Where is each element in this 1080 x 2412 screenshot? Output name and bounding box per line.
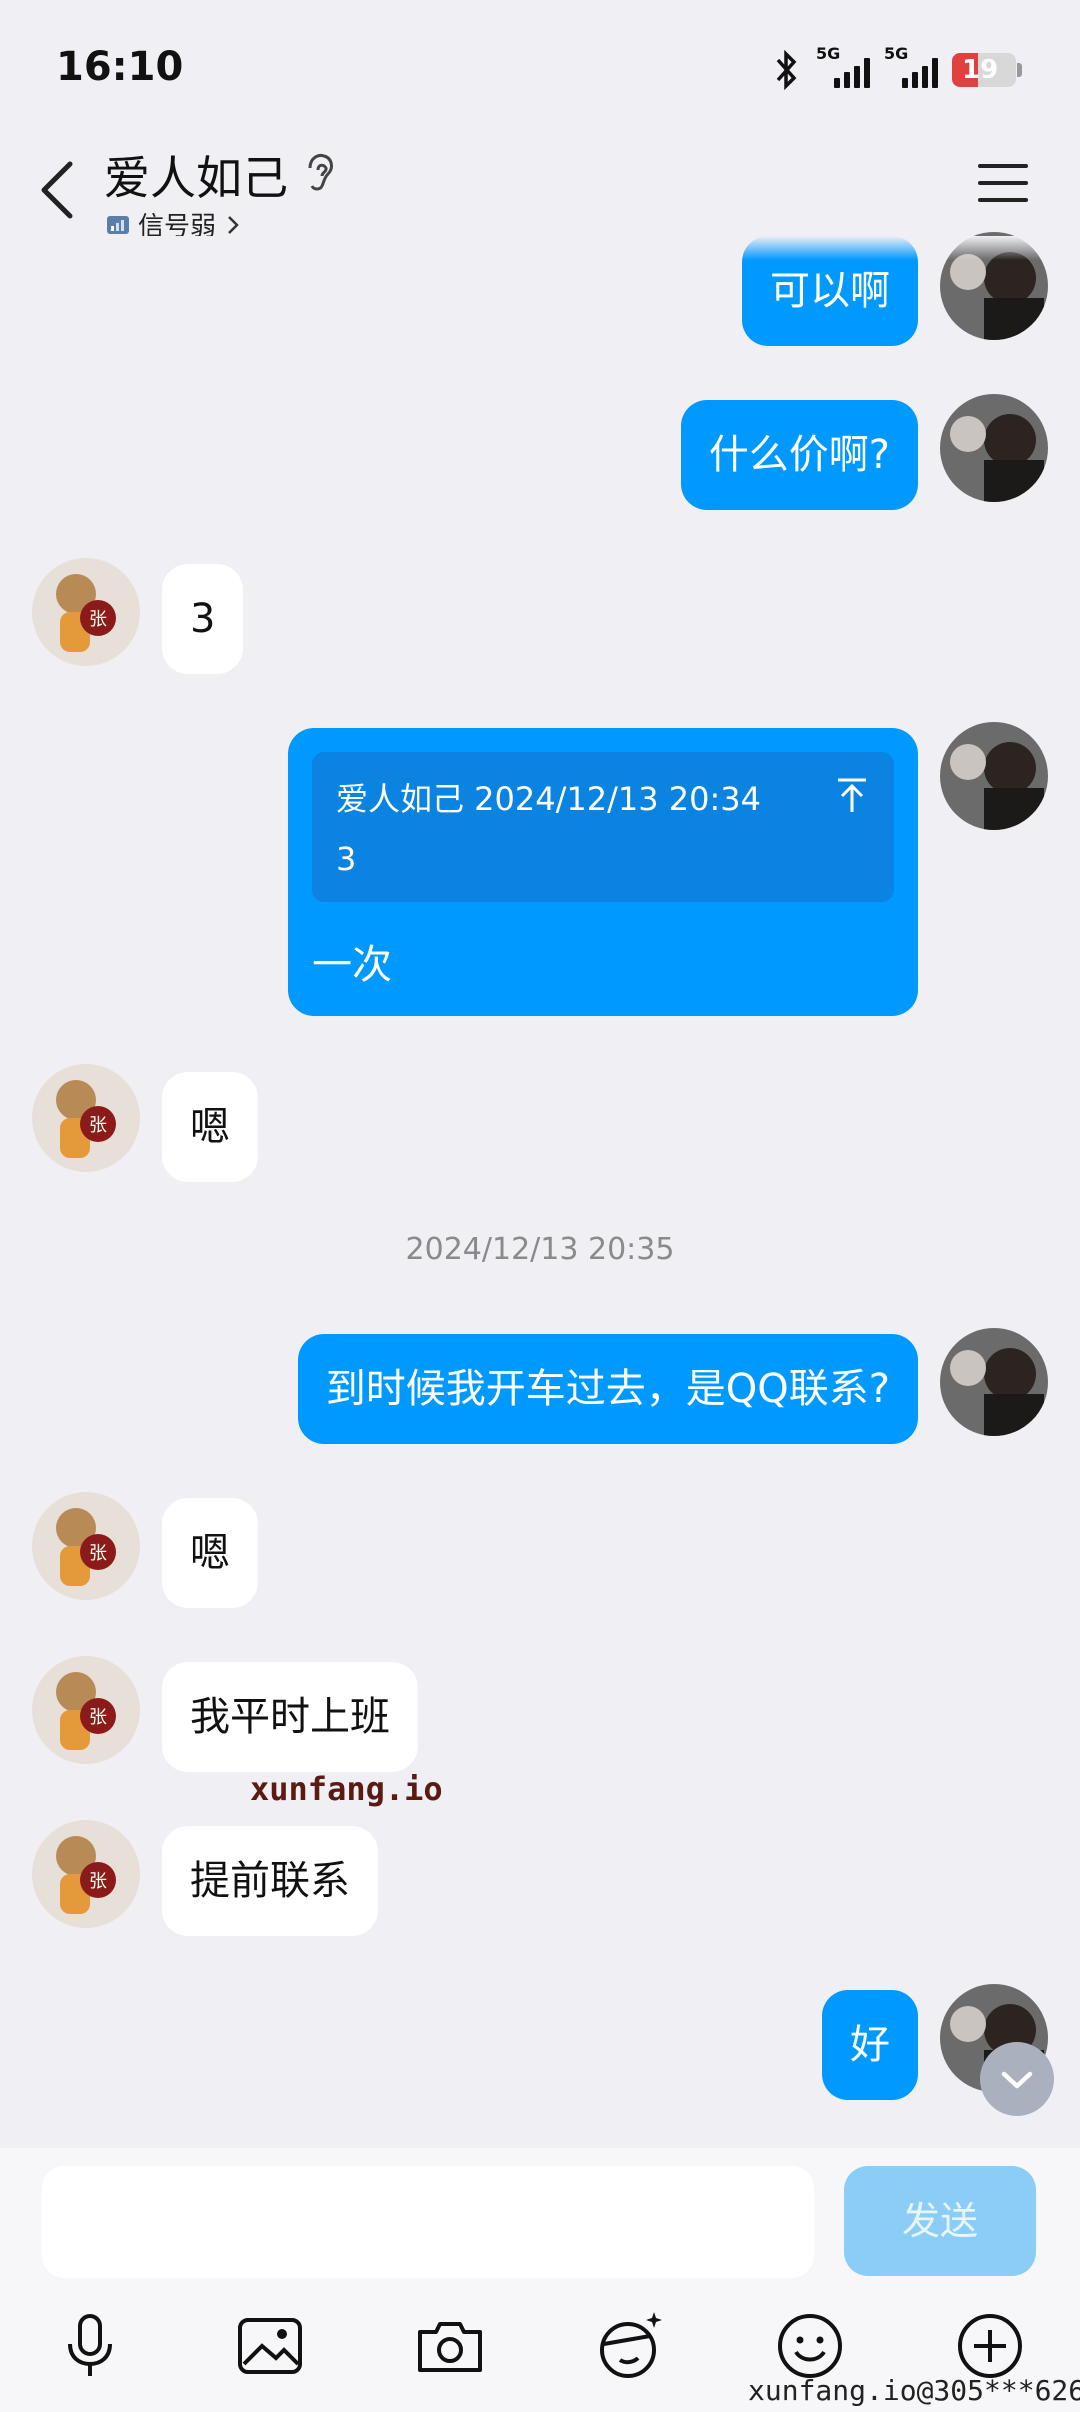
camera-button[interactable] [410, 2306, 490, 2386]
ear-icon[interactable] [300, 150, 340, 194]
svg-text:张: 张 [89, 1871, 107, 1892]
voice-button[interactable] [50, 2306, 130, 2386]
back-button[interactable] [30, 150, 90, 230]
jump-to-top-icon[interactable] [834, 776, 870, 816]
header-fade [0, 236, 1080, 260]
status-time: 16:10 [56, 44, 184, 90]
send-button[interactable]: 发送 [844, 2166, 1036, 2276]
menu-icon [978, 164, 1028, 202]
timestamp: 2024/12/13 20:35 [405, 1232, 675, 1267]
microphone-icon [68, 2314, 112, 2376]
message-out[interactable]: 好 [822, 1990, 918, 2100]
quote-header: 爱人如己 2024/12/13 20:34 [336, 780, 762, 818]
reply-text: 一次 [312, 942, 392, 988]
message-in[interactable]: 3 [162, 564, 244, 674]
face-filter-icon [600, 2312, 662, 2378]
message-input[interactable] [42, 2166, 814, 2278]
status-icons: 5G 5G 19 [772, 44, 1022, 94]
bluetooth-icon [776, 50, 797, 90]
weak-signal-icon [107, 215, 129, 234]
contact-avatar[interactable]: 张 [32, 1820, 140, 1928]
svg-text:张: 张 [89, 1115, 107, 1136]
reply-message[interactable]: 爱人如己 2024/12/13 20:34 3 一次 [288, 728, 918, 1016]
chevron-right-icon [228, 215, 239, 234]
menu-button[interactable] [976, 160, 1030, 206]
signal-icon-2: 5G [884, 44, 938, 88]
back-icon [41, 161, 73, 219]
my-avatar[interactable] [940, 1328, 1048, 1436]
watermark: xunfang.io [250, 1770, 443, 1808]
message-in[interactable]: 提前联系 [162, 1826, 378, 1936]
gallery-button[interactable] [230, 2306, 310, 2386]
chat-title[interactable]: 爱人如己 [104, 142, 288, 208]
message-in[interactable]: 我平时上班 [162, 1662, 418, 1772]
quoted-message[interactable]: 爱人如己 2024/12/13 20:34 3 [312, 752, 894, 902]
message-in[interactable]: 嗯 [162, 1072, 258, 1182]
footer-watermark: xunfang.io@305***626 [748, 2374, 1080, 2407]
message-out[interactable]: 什么价啊? [680, 400, 918, 510]
chevron-down-icon [1001, 2071, 1033, 2089]
contact-avatar[interactable]: 张 [32, 1656, 140, 1764]
my-avatar[interactable] [940, 722, 1048, 830]
message-out[interactable]: 到时候我开车过去，是QQ联系? [297, 1334, 918, 1444]
quote-body: 3 [336, 840, 357, 878]
signal-icon-1: 5G [816, 44, 870, 88]
battery-icon: 19 [952, 53, 1022, 87]
scroll-down-button[interactable] [980, 2042, 1054, 2116]
contact-avatar[interactable]: 张 [32, 558, 140, 666]
svg-text:张: 张 [89, 1707, 107, 1728]
svg-text:张: 张 [89, 609, 107, 630]
svg-text:张: 张 [89, 1543, 107, 1564]
contact-avatar[interactable]: 张 [32, 1492, 140, 1600]
image-icon [238, 2318, 302, 2374]
message-in[interactable]: 嗯 [162, 1498, 258, 1608]
contact-avatar[interactable]: 张 [32, 1064, 140, 1172]
my-avatar[interactable] [940, 394, 1048, 502]
camera-icon [418, 2322, 482, 2372]
face-filter-button[interactable] [590, 2306, 670, 2386]
